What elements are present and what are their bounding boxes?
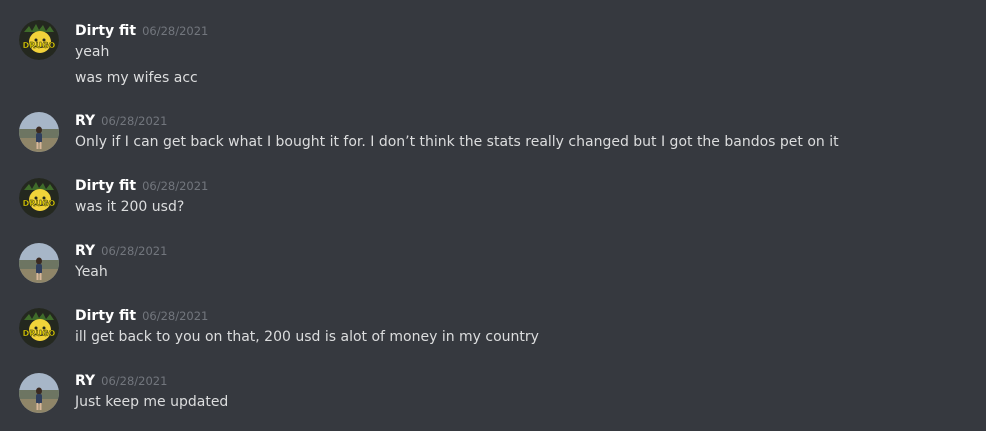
message-text: Just keep me updated: [75, 394, 229, 410]
dirty-fit-avatar-icon[interactable]: DRUGO: [19, 20, 59, 60]
ry-avatar-icon[interactable]: [19, 112, 59, 152]
timestamp: 06/28/2021: [101, 244, 168, 258]
message-header: Dirty fit 06/28/2021: [75, 175, 208, 195]
message-header: Dirty fit 06/28/2021: [75, 20, 208, 40]
svg-text:DRUGO: DRUGO: [23, 199, 56, 208]
username[interactable]: RY: [75, 243, 95, 259]
message-header: RY 06/28/2021: [75, 110, 167, 130]
chat-messages: DRUGO Dirty fit 06/28/2021 yeah was my wi…: [0, 0, 986, 431]
message-text: ill get back to you on that, 200 usd is …: [75, 329, 539, 345]
message-text: Only if I can get back what I bought it …: [75, 134, 839, 150]
ry-avatar-icon[interactable]: [19, 373, 59, 413]
dirty-fit-avatar-icon[interactable]: DRUGO: [19, 308, 59, 348]
svg-text:DRUGO: DRUGO: [23, 329, 56, 338]
message-text: Yeah: [75, 264, 108, 280]
username[interactable]: Dirty fit: [75, 23, 136, 39]
svg-text:DRUGO: DRUGO: [23, 41, 56, 50]
dirty-fit-avatar-icon[interactable]: DRUGO: [19, 178, 59, 218]
username[interactable]: RY: [75, 113, 95, 129]
timestamp: 06/28/2021: [101, 114, 168, 128]
timestamp: 06/28/2021: [142, 179, 209, 193]
username[interactable]: Dirty fit: [75, 178, 136, 194]
username[interactable]: RY: [75, 373, 95, 389]
message-text: was my wifes acc: [75, 70, 198, 86]
message-header: Dirty fit 06/28/2021: [75, 305, 208, 325]
timestamp: 06/28/2021: [101, 374, 168, 388]
timestamp: 06/28/2021: [142, 309, 209, 323]
ry-avatar-icon[interactable]: [19, 243, 59, 283]
message-header: RY 06/28/2021: [75, 240, 167, 260]
timestamp: 06/28/2021: [142, 24, 209, 38]
username[interactable]: Dirty fit: [75, 308, 136, 324]
message-text: yeah: [75, 44, 110, 60]
message-text: was it 200 usd?: [75, 199, 185, 215]
message-header: RY 06/28/2021: [75, 370, 167, 390]
